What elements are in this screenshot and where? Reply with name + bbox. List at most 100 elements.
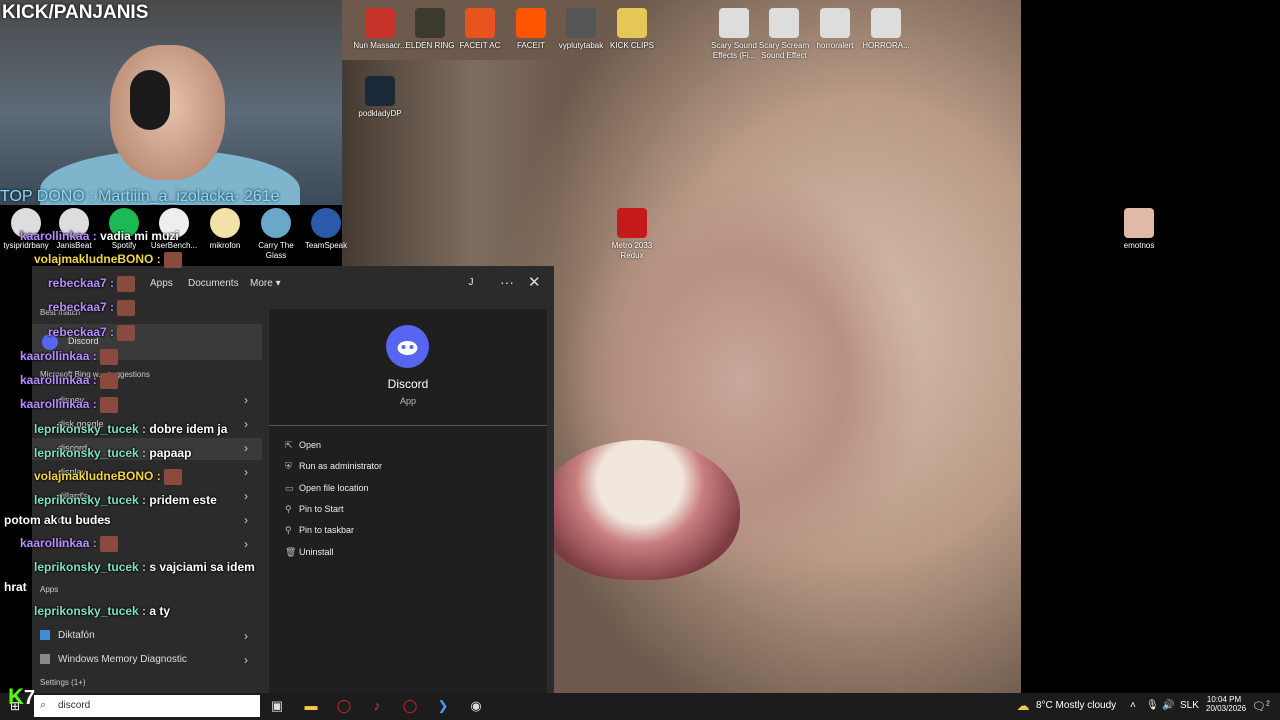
- opera-icon[interactable]: ◯: [401, 697, 419, 715]
- file-explorer-icon[interactable]: ▬: [302, 697, 320, 715]
- chat-username: volajmakludneBONO :: [34, 252, 161, 267]
- desktop-icon-label: KICK CLIPS: [609, 41, 654, 50]
- action-pin-to-taskbar[interactable]: ⚲ Pin to taskbar: [285, 525, 354, 536]
- emote-icon: [117, 325, 136, 341]
- chat-message: leprikonsky_tucek : s vajciami sa idem: [34, 560, 255, 574]
- task-view-icon[interactable]: ▣: [268, 697, 286, 715]
- desktop-icon[interactable]: HORRORA...: [858, 8, 914, 51]
- chat-username: rebeckaa7 :: [48, 276, 115, 291]
- desktop-icon[interactable]: ELDEN RING: [402, 8, 458, 51]
- user-avatar[interactable]: J: [465, 275, 477, 291]
- chevron-up-icon[interactable]: ˄: [1130, 700, 1136, 711]
- microphone-icon[interactable]: 🎙: [1146, 700, 1159, 711]
- tab-more[interactable]: More ▾: [250, 278, 281, 289]
- chat-message: rebeckaa7 :: [48, 325, 136, 341]
- desktop-icon[interactable]: Scary Scream Sound Effect: [756, 8, 812, 61]
- desktop-icon-label: Scary Scream Sound Effect: [758, 41, 810, 60]
- desktop-icon[interactable]: FACEIT AC: [452, 8, 508, 51]
- desktop-icon-label: HORRORA...: [862, 41, 910, 50]
- video-icon: [566, 8, 596, 38]
- faceit-icon: [516, 8, 546, 38]
- chat-username: volajmakludneBONO :: [34, 469, 161, 484]
- action-label: Pin to taskbar: [299, 525, 355, 536]
- desktop-icon[interactable]: TeamSpeak: [300, 208, 352, 251]
- emote-icon: [100, 397, 119, 413]
- desktop-icon[interactable]: emotnos: [1111, 208, 1167, 251]
- desktop-icon[interactable]: Carry The Glass: [250, 208, 302, 261]
- media-icon: [871, 8, 901, 38]
- action-pin-to-start[interactable]: ⚲ Pin to Start: [285, 504, 344, 515]
- tab-apps[interactable]: Apps: [150, 278, 173, 289]
- chat-message: leprikonsky_tucek : dobre idem ja: [34, 422, 227, 436]
- desktop-icon-label: Scary Sound Effects (Fi...: [711, 41, 757, 60]
- desktop-icon[interactable]: KICK CLIPS: [604, 8, 660, 51]
- taskbar: ⊞ ⌕ discord ▣ ▬ ◯ ♪ ◯ ❯ ◉ ☁ 8°C Mostly c…: [0, 693, 1280, 720]
- faceit-ac-icon: [465, 8, 495, 38]
- divider: [269, 425, 547, 426]
- notification-icon[interactable]: 🗨2: [1252, 700, 1270, 713]
- media-icon: [719, 8, 749, 38]
- stream-brand: KICK/PANJANIS: [2, 2, 149, 23]
- action-run-as-administrator[interactable]: ⛨ Run as administrator: [285, 461, 382, 472]
- desktop-icon[interactable]: Nun Massacr...: [352, 8, 408, 51]
- chevron-right-icon: ›: [244, 465, 248, 479]
- chevron-right-icon: ›: [244, 441, 248, 455]
- chat-message: kaarollinkaa :: [20, 373, 119, 389]
- action-uninstall[interactable]: 🗑 Uninstall: [285, 547, 334, 558]
- action-open-file-location[interactable]: ▭ Open file location: [285, 483, 369, 494]
- emote-icon: [100, 349, 119, 365]
- app-diktafon[interactable]: Diktafón ›: [32, 626, 262, 648]
- chat-username: kaarollinkaa :: [20, 349, 97, 364]
- more-options-icon[interactable]: ···: [500, 274, 514, 290]
- chat-username: kaarollinkaa :: [20, 229, 97, 243]
- tab-documents[interactable]: Documents: [188, 278, 239, 289]
- chevron-right-icon: ›: [244, 653, 248, 667]
- desktop-icon[interactable]: vyplutytabak: [553, 8, 609, 51]
- desktop-icon-label: mikrofon: [209, 241, 241, 250]
- close-icon[interactable]: ✕: [528, 273, 541, 291]
- chat-message: volajmakludneBONO :: [34, 252, 183, 268]
- chat-text: papaap: [149, 446, 192, 460]
- tiktok-icon[interactable]: ♪: [368, 697, 386, 715]
- desktop-icon-label: TeamSpeak: [304, 241, 348, 250]
- clock[interactable]: 10:04 PM 20/03/2026: [1206, 695, 1246, 713]
- chat-message: kaarollinkaa :: [20, 536, 119, 552]
- winrar-icon: [365, 8, 395, 38]
- search-input[interactable]: ⌕ discord: [34, 695, 260, 717]
- chat-text: potom ak tu budes: [4, 513, 111, 527]
- language-indicator[interactable]: SLK: [1180, 700, 1199, 711]
- desktop-icon-label: FACEIT AC: [459, 41, 501, 50]
- diagnostic-icon: [40, 654, 50, 664]
- weather-text[interactable]: 8°C Mostly cloudy: [1036, 700, 1116, 711]
- app-windows-memory-diagnostic[interactable]: Windows Memory Diagnostic ›: [32, 650, 262, 672]
- desktop-icon-label: FACEIT: [516, 41, 545, 50]
- desktop-icon[interactable]: mikrofon: [199, 208, 251, 251]
- desktop-icon-label: podkladyDP: [358, 109, 402, 118]
- desktop-icon-label: horroralert: [816, 41, 854, 50]
- action-open[interactable]: ⇱ Open: [285, 440, 321, 451]
- desktop-icon[interactable]: Metro 2033 Redux: [604, 208, 660, 261]
- action-label: Uninstall: [299, 546, 334, 557]
- chevron-right-icon: ›: [244, 513, 248, 527]
- image-icon: [1124, 208, 1154, 238]
- desktop-icon[interactable]: Scary Sound Effects (Fi...: [706, 8, 762, 61]
- chevron-right-icon: ›: [244, 417, 248, 431]
- chat-text: a ty: [149, 604, 171, 618]
- desktop-icon[interactable]: FACEIT: [503, 8, 559, 51]
- desktop-icon-label: Carry The Glass: [258, 241, 294, 260]
- chat-text: vadia mi muzi: [100, 229, 179, 243]
- action-label: Pin to Start: [299, 503, 344, 514]
- speaker-icon[interactable]: 🔊: [1162, 700, 1174, 711]
- chat-message: kaarollinkaa :: [20, 397, 119, 413]
- video-mouth-shape: [540, 440, 740, 580]
- chevron-right-icon: ›: [244, 393, 248, 407]
- opera-gx-icon[interactable]: ◯: [335, 697, 353, 715]
- emote-icon: [117, 300, 136, 316]
- obs-icon[interactable]: ◉: [467, 697, 485, 715]
- app-icon[interactable]: ❯: [434, 697, 452, 715]
- chat-username: leprikonsky_tucek :: [34, 446, 147, 460]
- chat-username: kaarollinkaa :: [20, 373, 97, 388]
- desktop-icon[interactable]: horroralert: [807, 8, 863, 51]
- desktop-icon[interactable]: podkladyDP: [352, 76, 408, 119]
- game-icon: [261, 208, 291, 238]
